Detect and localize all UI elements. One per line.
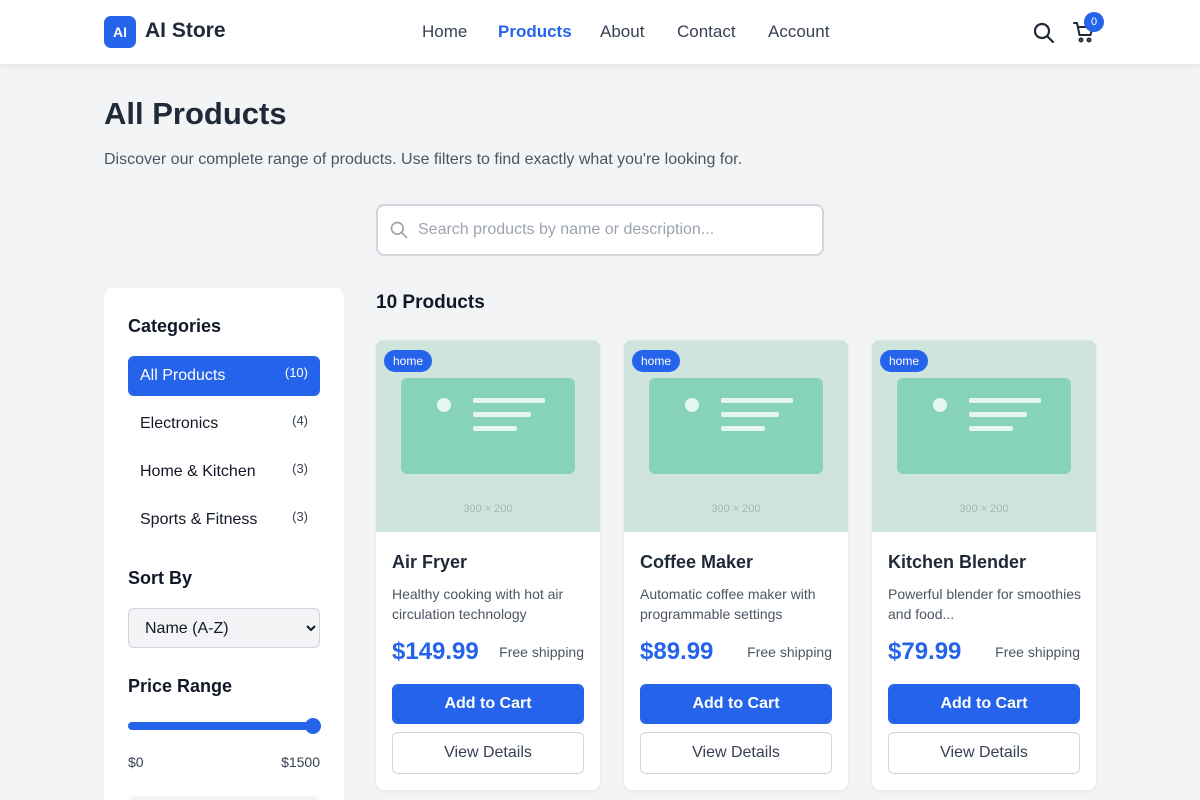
nav-home[interactable]: Home (422, 22, 467, 42)
add-to-cart-button[interactable]: Add to Cart (888, 684, 1080, 724)
category-label: Home & Kitchen (140, 463, 256, 480)
shipping-label: Free shipping (747, 644, 832, 660)
filter-sidebar: Categories All Products (10) Electronics… (104, 288, 344, 800)
image-placeholder (897, 378, 1071, 474)
page-subtitle: Discover our complete range of products.… (104, 151, 743, 168)
search-icon[interactable] (1032, 21, 1056, 45)
category-label: Electronics (140, 415, 219, 432)
search-input[interactable] (418, 216, 808, 244)
shipping-label: Free shipping (995, 644, 1080, 660)
product-name[interactable]: Kitchen Blender (888, 552, 1026, 573)
image-dimensions: 300 × 200 (711, 503, 761, 515)
category-count: (4) (292, 413, 308, 428)
product-name[interactable]: Coffee Maker (640, 552, 753, 573)
image-placeholder (401, 378, 575, 474)
top-header: AI AI Store Home Products About Contact … (0, 0, 1200, 64)
image-placeholder (649, 378, 823, 474)
category-electronics[interactable]: Electronics (4) (128, 404, 320, 444)
nav-account[interactable]: Account (768, 22, 829, 42)
category-sports-fitness[interactable]: Sports & Fitness (3) (128, 500, 320, 540)
placeholder-line (473, 398, 545, 403)
view-details-button[interactable]: View Details (392, 732, 584, 774)
add-to-cart-button[interactable]: Add to Cart (392, 684, 584, 724)
product-description: Healthy cooking with hot air circulation… (392, 586, 564, 622)
category-label: All Products (140, 367, 226, 384)
placeholder-line (969, 426, 1013, 431)
product-name[interactable]: Air Fryer (392, 552, 467, 573)
sidebar-more-filter[interactable] (128, 796, 320, 800)
category-count: (3) (292, 509, 308, 524)
placeholder-line (969, 412, 1027, 417)
product-price: $149.99 (392, 638, 479, 665)
product-card: 300 × 200 home Kitchen Blender Powerful … (872, 340, 1096, 790)
placeholder-dot (437, 398, 451, 412)
placeholder-line (721, 398, 793, 403)
search-field-icon (389, 220, 409, 240)
cart-count-badge: 0 (1084, 12, 1104, 32)
results-count: 10 Products (376, 292, 485, 313)
category-count: (10) (284, 365, 308, 380)
view-details-button[interactable]: View Details (640, 732, 832, 774)
nav-products[interactable]: Products (498, 22, 572, 42)
image-dimensions: 300 × 200 (959, 503, 1009, 515)
add-to-cart-button[interactable]: Add to Cart (640, 684, 832, 724)
category-home-kitchen[interactable]: Home & Kitchen (3) (128, 452, 320, 492)
nav-about[interactable]: About (600, 22, 644, 42)
placeholder-line (473, 412, 531, 417)
product-card: 300 × 200 home Air Fryer Healthy cooking… (376, 340, 600, 790)
placeholder-line (969, 398, 1041, 403)
category-badge: home (384, 350, 433, 372)
category-all-products[interactable]: All Products (10) (128, 356, 320, 396)
placeholder-line (473, 426, 517, 431)
view-details-button[interactable]: View Details (888, 732, 1080, 774)
placeholder-line (721, 412, 779, 417)
price-max-label: $1500 (281, 754, 320, 770)
placeholder-dot (685, 398, 699, 412)
price-heading: Price Range (128, 676, 233, 696)
categories-heading: Categories (128, 316, 222, 336)
product-card: 300 × 200 home Coffee Maker Automatic co… (624, 340, 848, 790)
placeholder-dot (933, 398, 947, 412)
product-price: $79.99 (888, 638, 962, 665)
nav-contact[interactable]: Contact (677, 22, 736, 42)
main-nav: Home Products About Contact Account (0, 22, 1200, 44)
placeholder-line (721, 426, 765, 431)
product-description: Automatic coffee maker with programmable… (640, 586, 816, 622)
category-badge: home (632, 350, 681, 372)
category-badge: home (880, 350, 929, 372)
image-dimensions: 300 × 200 (463, 503, 513, 515)
sort-select[interactable]: Name (A-Z) (128, 608, 320, 648)
price-range-track[interactable] (128, 722, 312, 730)
category-count: (3) (292, 461, 308, 476)
page-title: All Products (104, 96, 287, 131)
shipping-label: Free shipping (499, 644, 584, 660)
price-range-handle[interactable] (305, 718, 321, 734)
price-min-label: $0 (128, 754, 144, 770)
product-price: $89.99 (640, 638, 714, 665)
product-description: Powerful blender for smoothies and food.… (888, 586, 1081, 622)
category-label: Sports & Fitness (140, 511, 258, 528)
sort-heading: Sort By (128, 568, 193, 588)
product-search (376, 204, 824, 256)
